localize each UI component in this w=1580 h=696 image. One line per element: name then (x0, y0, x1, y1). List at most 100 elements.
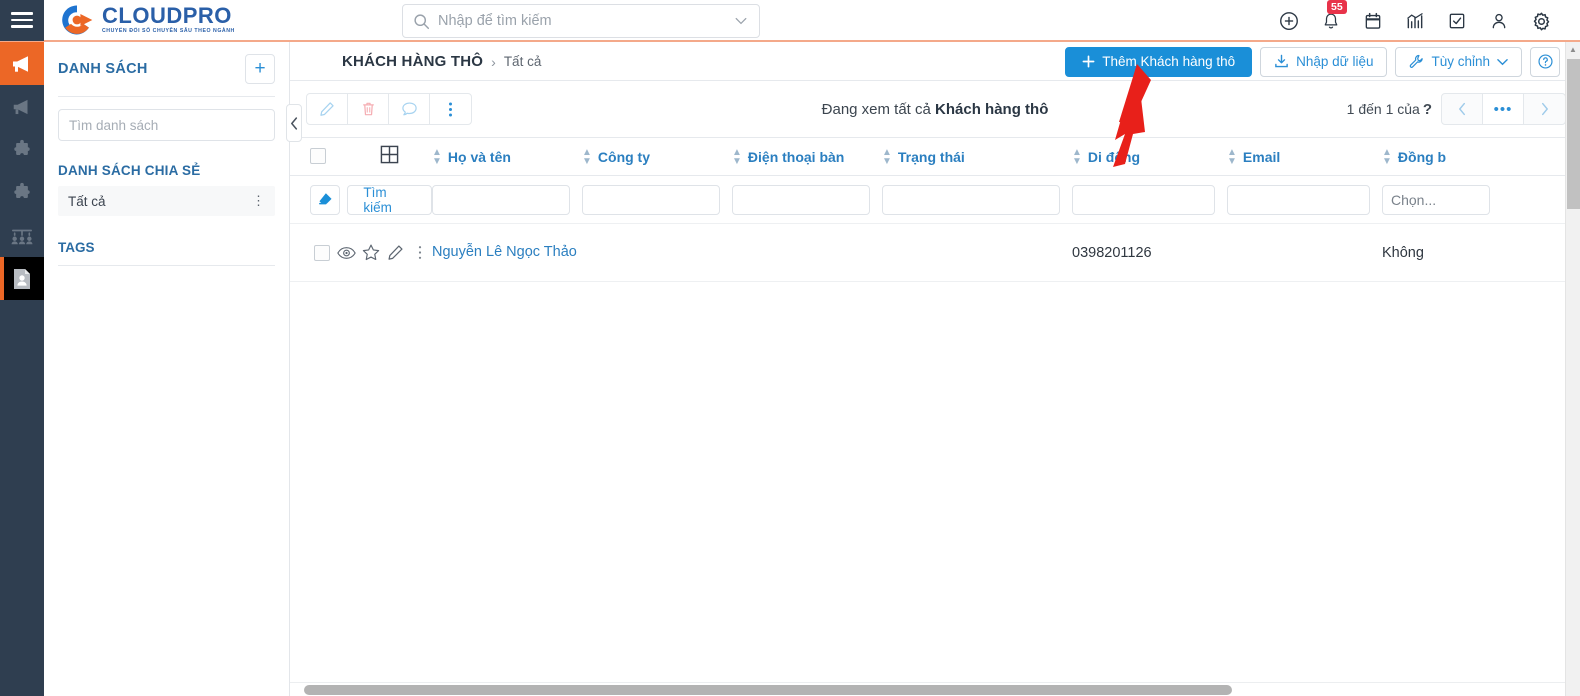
brand-logo[interactable]: CLOUDPRO CHUYỂN ĐỔI SỐ CHUYÊN SÂU THEO N… (60, 3, 235, 37)
sidebar-item-puzzle[interactable] (0, 128, 44, 171)
analytics-icon[interactable] (1404, 10, 1426, 32)
column-label: Họ và tên (447, 148, 511, 165)
add-lead-label: Thêm Khách hàng thô (1102, 54, 1236, 69)
sort-icon: ▲ ▼ (432, 146, 442, 167)
filter-cell-mobile (1072, 176, 1227, 224)
customize-button[interactable]: Tùy chỉnh (1395, 46, 1522, 77)
row-favorite-button[interactable] (359, 244, 383, 261)
filter-cell-phone (732, 176, 882, 224)
row-more-button[interactable] (408, 245, 432, 260)
column-header-mobile[interactable]: ▲ ▼ Di động (1072, 138, 1227, 176)
table-row[interactable]: Nguyễn Lê Ngọc Thảo 0398201126 Không (290, 224, 1580, 282)
sort-icon: ▲ ▼ (732, 146, 742, 167)
column-header-phone[interactable]: ▲ ▼ Điện thoại bàn (732, 138, 882, 176)
grid-view-icon[interactable] (380, 145, 399, 164)
viewing-prefix: Đang xem tất cả (821, 100, 936, 118)
column-header-name[interactable]: ▲ ▼ Họ và tên (432, 138, 582, 176)
select-all-checkbox[interactable] (310, 148, 326, 165)
eraser-icon (318, 193, 332, 205)
column-header-company[interactable]: ▲ ▼ Công ty (582, 138, 732, 176)
list-search-input[interactable] (58, 109, 275, 141)
cloudpro-mark-icon (62, 5, 93, 35)
edit-records-button[interactable] (307, 94, 348, 124)
sidebar-item-contact-card[interactable] (0, 257, 44, 300)
filter-email-input[interactable] (1227, 184, 1370, 215)
chevron-left-icon (1458, 102, 1465, 116)
pagination-next-button[interactable] (1524, 94, 1565, 124)
filter-cell-status (882, 176, 1072, 224)
more-actions-button[interactable] (430, 94, 471, 124)
row-select-cell[interactable] (310, 244, 334, 261)
team-icon (11, 229, 33, 244)
scroll-up-arrow-icon[interactable]: ▲ (1566, 42, 1580, 57)
sidebar-item-label: Tất cả (68, 193, 106, 209)
horizontal-scrollbar[interactable] (290, 682, 1580, 696)
filter-phone-input[interactable] (732, 184, 870, 215)
task-check-icon[interactable] (1446, 10, 1468, 32)
vertical-scrollbar[interactable]: ▲ (1565, 42, 1580, 696)
filter-name-input[interactable] (432, 184, 570, 215)
record-link[interactable]: Nguyễn Lê Ngọc Thảo (432, 243, 582, 262)
filter-mobile-input[interactable] (1072, 184, 1215, 215)
column-header-sync[interactable]: ▲ ▼ Đồng b (1382, 138, 1502, 176)
sort-icon: ▲ ▼ (1072, 146, 1082, 167)
apply-search-button[interactable]: Tìm kiếm (347, 184, 432, 215)
chevron-down-icon[interactable] (733, 13, 749, 29)
filter-sync-select[interactable]: Chọn... (1382, 184, 1490, 215)
breadcrumb-main[interactable]: KHÁCH HÀNG THÔ (342, 53, 483, 70)
plus-icon (1082, 55, 1095, 68)
search-input[interactable] (438, 13, 733, 29)
sidebar-item-puzzle-2[interactable] (0, 171, 44, 214)
row-checkbox[interactable] (314, 244, 331, 261)
chevron-left-icon (290, 116, 297, 130)
add-circle-icon[interactable] (1278, 10, 1300, 32)
filter-cell-name (432, 176, 582, 224)
list-panel-title: DANH SÁCH (58, 61, 148, 77)
add-lead-button[interactable]: Thêm Khách hàng thô (1065, 46, 1253, 77)
collapse-panel-button[interactable] (286, 104, 302, 142)
cell-company (582, 224, 732, 282)
import-data-button[interactable]: Nhập dữ liệu (1260, 46, 1388, 77)
body-container: DANH SÁCH + DANH SÁCH CHIA SẺ Tất cả ⋮ T… (0, 42, 1580, 696)
delete-records-button[interactable] (348, 94, 389, 124)
list-panel: DANH SÁCH + DANH SÁCH CHIA SẺ Tất cả ⋮ T… (44, 42, 302, 696)
gear-icon[interactable] (1530, 10, 1552, 32)
global-search[interactable] (402, 4, 760, 38)
filter-status-input[interactable] (882, 184, 1060, 215)
main-content: KHÁCH HÀNG THÔ › Tất cả Thêm Khách hàng … (290, 42, 1580, 696)
sidebar-item-team[interactable] (0, 214, 44, 257)
column-label: Công ty (597, 148, 651, 165)
application-window: CLOUDPRO CHUYỂN ĐỔI SỐ CHUYÊN SÂU THEO N… (0, 0, 1580, 696)
sidebar-item-megaphone[interactable] (0, 85, 44, 128)
table-filter-row: Tìm kiếm Chọn... (290, 176, 1580, 224)
row-preview-button[interactable] (334, 246, 358, 260)
sidebar-item-all[interactable]: Tất cả ⋮ (58, 186, 275, 216)
column-header-status[interactable]: ▲ ▼ Trạng thái (882, 138, 1072, 176)
sidebar-item-megaphone-active[interactable] (0, 42, 44, 85)
cell-phone (732, 224, 882, 282)
calendar-icon[interactable] (1362, 10, 1384, 32)
add-list-button[interactable]: + (245, 54, 275, 84)
vertical-scrollbar-thumb[interactable] (1567, 59, 1580, 209)
breadcrumb-bar: KHÁCH HÀNG THÔ › Tất cả Thêm Khách hàng … (290, 42, 1580, 81)
pagination-prev-button[interactable] (1442, 94, 1483, 124)
help-button[interactable] (1530, 46, 1560, 77)
column-header-email[interactable]: ▲ ▼ Email (1227, 138, 1382, 176)
puzzle-icon (14, 139, 30, 155)
table-scroll-area[interactable]: ▲ ▼ Họ và tên ▲ ▼ Công ty ▲ ▼ Điện thoại… (290, 137, 1580, 682)
kebab-vertical-icon[interactable]: ⋮ (252, 194, 265, 207)
cell-status (882, 224, 1072, 282)
grid-view-cell (346, 138, 432, 176)
column-label: Trạng thái (897, 148, 965, 165)
horizontal-scrollbar-thumb[interactable] (304, 685, 1232, 695)
megaphone-icon (13, 99, 28, 114)
row-edit-button[interactable] (383, 244, 407, 261)
customize-label: Tùy chỉnh (1431, 54, 1490, 69)
bell-icon[interactable]: 55 (1320, 0, 1347, 32)
user-icon[interactable] (1488, 10, 1510, 32)
hamburger-icon[interactable] (0, 0, 44, 41)
pagination-more-button[interactable]: ••• (1483, 94, 1524, 124)
filter-company-input[interactable] (582, 184, 720, 215)
comment-button[interactable] (389, 94, 430, 124)
clear-filters-button[interactable] (310, 184, 341, 215)
